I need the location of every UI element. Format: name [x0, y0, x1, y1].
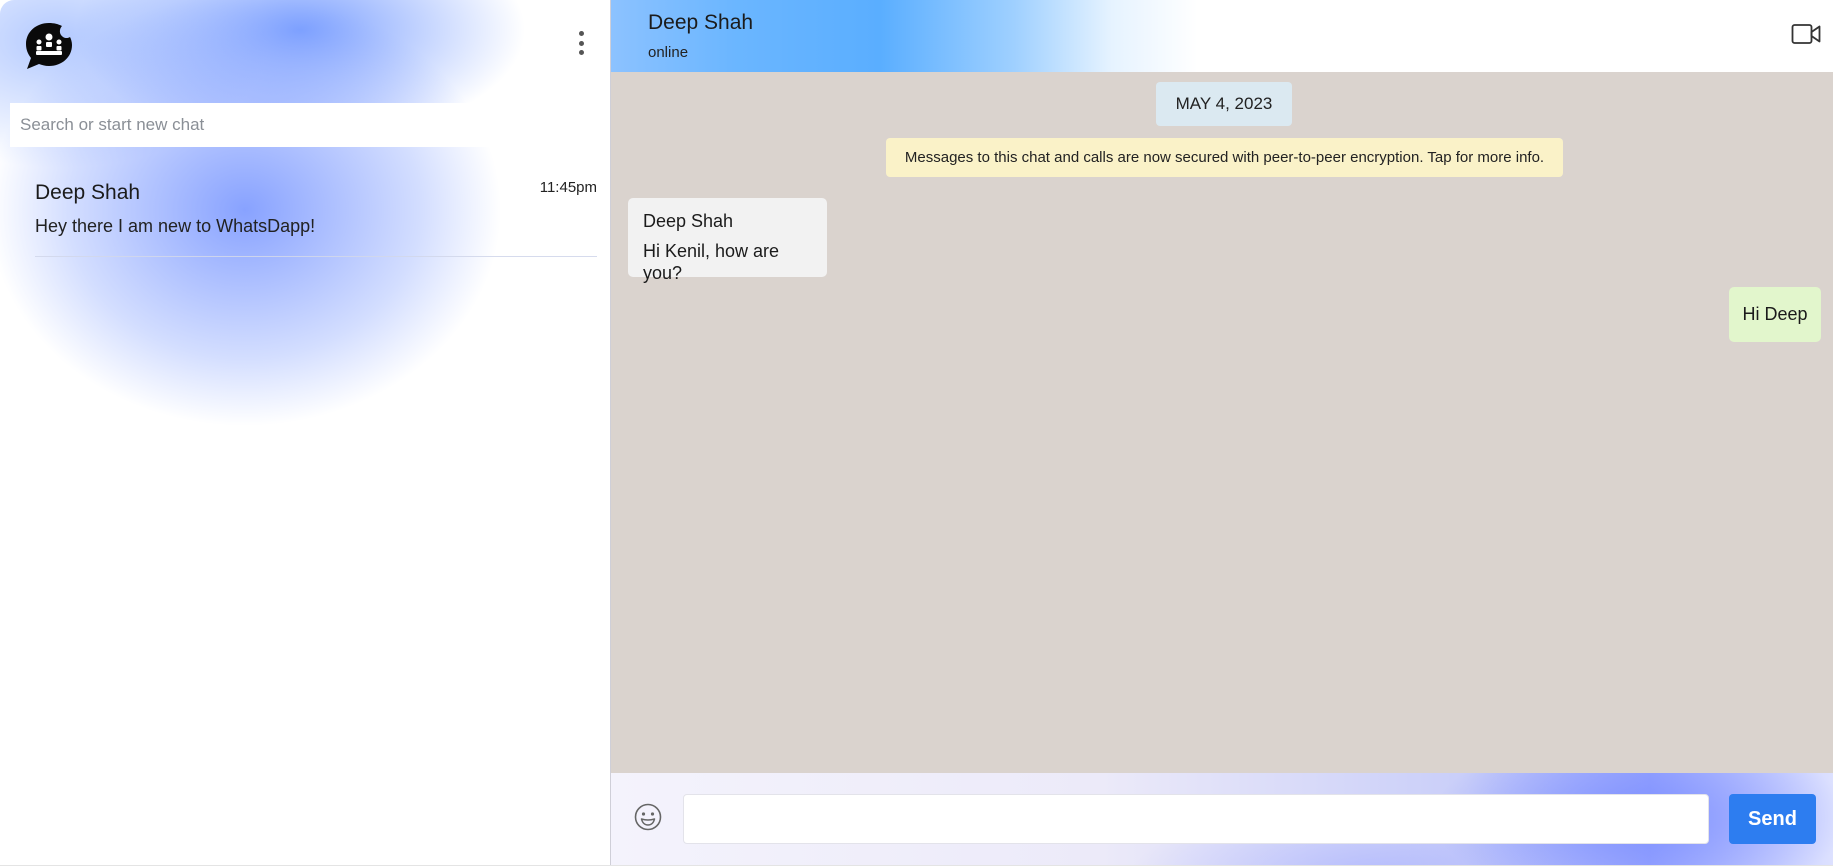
outgoing-message: Hi Deep	[1729, 287, 1821, 342]
search-input[interactable]	[10, 103, 601, 147]
message-input[interactable]	[683, 794, 1709, 844]
incoming-message: Deep Shah Hi Kenil, how are you?	[628, 198, 827, 283]
chat-list-item[interactable]: Deep Shah 11:45pm Hey there I am new to …	[35, 176, 597, 257]
chat-header: Deep Shah online	[611, 0, 1833, 72]
chat-item-name: Deep Shah	[35, 181, 141, 204]
kebab-menu-icon[interactable]	[570, 28, 592, 58]
chat-item-time: 11:45pm	[539, 179, 597, 196]
message-sender: Deep Shah	[643, 211, 734, 231]
date-separator: MAY 4, 2023	[1156, 82, 1292, 126]
message-text: Hi Kenil, how are you?	[643, 241, 780, 283]
message-area[interactable]: MAY 4, 2023 Messages to this chat and ca…	[611, 72, 1833, 773]
chat-item-preview: Hey there I am new to WhatsDapp!	[35, 216, 316, 236]
app-window: Deep Shah 11:45pm Hey there I am new to …	[0, 0, 1833, 866]
message-text: Hi Deep	[1742, 304, 1808, 324]
send-button[interactable]: Send	[1729, 794, 1816, 844]
contact-status: online	[648, 44, 689, 61]
message-composer: Send	[611, 773, 1833, 865]
smiley-icon[interactable]	[633, 802, 663, 832]
contact-name[interactable]: Deep Shah	[648, 11, 753, 35]
encryption-notice[interactable]: Messages to this chat and calls are now …	[886, 138, 1563, 177]
chat-panel: Deep Shah online MAY 4, 2023 Messages to…	[611, 0, 1833, 865]
video-call-icon[interactable]	[1791, 22, 1821, 46]
sidebar: Deep Shah 11:45pm Hey there I am new to …	[0, 0, 611, 865]
chat-bubble-group-icon[interactable]	[22, 20, 76, 72]
